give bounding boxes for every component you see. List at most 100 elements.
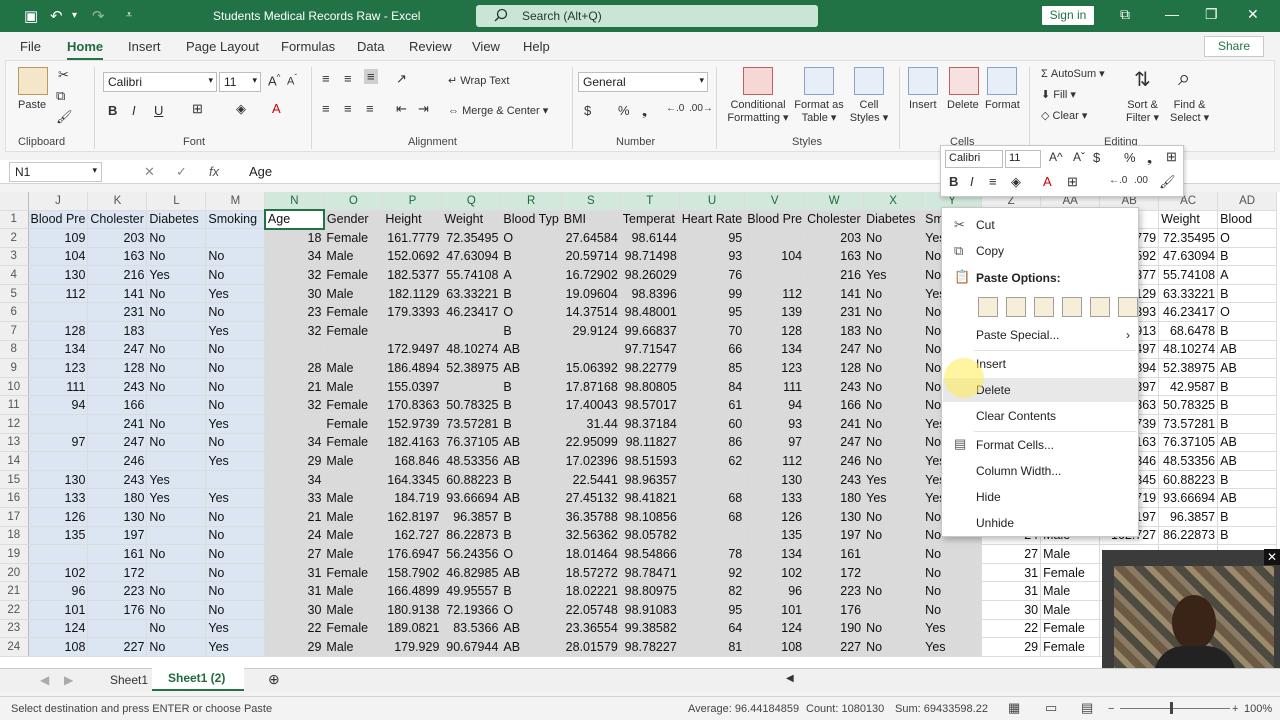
cell[interactable]: 16.72902 [561, 265, 621, 285]
cell[interactable]: No [146, 377, 207, 397]
row-header[interactable]: 13 [0, 433, 29, 453]
cell[interactable]: 166.4899 [382, 581, 443, 601]
close-icon[interactable]: ✕ [1247, 6, 1259, 23]
cell[interactable]: 139 [744, 302, 806, 323]
cell[interactable]: 93.66694 [1158, 488, 1219, 508]
cell[interactable]: AB [1217, 433, 1278, 453]
cell[interactable]: 22.05748 [561, 600, 621, 620]
paste-icon[interactable] [978, 297, 998, 317]
cell[interactable]: Yes [205, 284, 266, 304]
cell[interactable]: Age [263, 209, 325, 230]
cell[interactable]: 166 [87, 395, 148, 416]
cell[interactable]: 243 [87, 470, 148, 490]
cell[interactable]: 60.88223 [441, 470, 502, 490]
column-header[interactable]: AD [1217, 192, 1278, 211]
cell[interactable]: 31 [264, 563, 325, 583]
cell[interactable]: Male [323, 544, 384, 564]
cell[interactable]: O [500, 228, 562, 248]
cell[interactable]: 98.41821 [620, 488, 680, 508]
cell[interactable]: 98.91083 [620, 600, 680, 620]
decrease-decimal-icon[interactable]: .00 [1134, 175, 1148, 186]
cell[interactable]: 70 [679, 321, 746, 341]
cell[interactable]: No [146, 358, 207, 378]
cell[interactable]: Male [323, 600, 384, 620]
cell[interactable]: 182.5377 [382, 265, 443, 285]
format-table-icon[interactable]: ⊞ [1166, 149, 1177, 165]
cell[interactable] [28, 302, 89, 323]
cell[interactable]: No [146, 637, 207, 657]
cell[interactable]: AB [500, 340, 562, 360]
cell[interactable]: Male [323, 451, 384, 471]
cell-styles-icon[interactable] [854, 67, 884, 95]
cell[interactable]: 28 [264, 358, 325, 378]
cell[interactable]: 94 [28, 395, 89, 416]
cell[interactable]: 130 [28, 470, 89, 490]
cell[interactable]: 30 [264, 284, 325, 304]
cell[interactable]: 161 [87, 544, 148, 564]
cell[interactable]: No [863, 581, 924, 601]
increase-indent-icon[interactable]: ⇥ [418, 101, 429, 117]
cell[interactable]: 46.23417 [441, 302, 502, 323]
increase-font-icon[interactable]: A^ [1049, 150, 1063, 164]
cell[interactable]: 168.846 [382, 451, 443, 471]
cell[interactable] [323, 470, 384, 490]
cell[interactable]: AB [500, 358, 562, 378]
row-header[interactable]: 3 [0, 247, 29, 267]
cell[interactable] [28, 414, 89, 434]
add-sheet-icon[interactable]: ⊕ [268, 671, 280, 688]
cell[interactable]: 22 [264, 619, 325, 639]
next-sheet-icon[interactable]: ▶ [64, 673, 73, 687]
cell[interactable]: 30 [981, 600, 1042, 620]
cell[interactable]: 62 [679, 451, 746, 471]
row-header[interactable]: 4 [0, 265, 29, 285]
cell[interactable]: 22.95099 [561, 433, 621, 453]
wrap-text-button[interactable]: ↵ Wrap Text [448, 74, 509, 87]
cell[interactable]: B [1217, 284, 1278, 304]
row-header[interactable]: 5 [0, 284, 29, 304]
row-header[interactable]: 22 [0, 600, 29, 620]
undo-icon[interactable]: ↶ [50, 7, 63, 25]
prev-sheet-icon[interactable]: ◀ [40, 673, 49, 687]
cell[interactable]: B [500, 581, 562, 601]
cell[interactable]: 133 [744, 488, 806, 508]
cell[interactable]: 247 [804, 340, 865, 360]
tab-insert[interactable]: Insert [128, 39, 161, 54]
cell[interactable]: A [1217, 265, 1278, 285]
cell[interactable]: 98.54866 [620, 544, 680, 564]
align-middle-icon[interactable]: ≡ [344, 71, 352, 86]
scroll-left-icon[interactable]: ◀ [786, 673, 794, 684]
cell[interactable]: 162.727 [382, 526, 443, 546]
cell[interactable]: 18 [264, 228, 325, 248]
cell[interactable]: 21 [264, 507, 325, 527]
cell[interactable]: No [863, 340, 924, 360]
tab-view[interactable]: View [472, 39, 500, 54]
cell[interactable]: 152.0692 [382, 247, 443, 267]
cell[interactable]: B [1217, 470, 1278, 490]
cell[interactable]: AB [1217, 451, 1278, 471]
align-right-icon[interactable]: ≡ [366, 101, 374, 116]
cell[interactable]: 180 [87, 488, 148, 508]
conditional-formatting-button[interactable]: Conditional Formatting ▾ [727, 99, 789, 124]
cell[interactable]: 111 [28, 377, 89, 397]
cell[interactable]: 63.33221 [441, 284, 502, 304]
cell[interactable]: 29 [981, 637, 1042, 657]
cell[interactable]: 197 [804, 526, 865, 546]
cell[interactable]: B [1217, 321, 1278, 341]
menu-item-paste-special[interactable]: Paste Special... [976, 328, 1059, 342]
cell[interactable]: 95 [679, 302, 746, 323]
cell[interactable]: No [146, 433, 207, 453]
cell[interactable]: No [863, 228, 924, 248]
cell[interactable]: AB [500, 563, 562, 583]
cell[interactable]: 172 [87, 563, 148, 583]
cell[interactable]: No [863, 433, 924, 453]
font-name-select[interactable]: Calibri ▾ [103, 72, 217, 92]
cell[interactable]: 83.5366 [441, 619, 502, 639]
row-header[interactable]: 15 [0, 470, 29, 490]
cell[interactable]: No [863, 321, 924, 341]
cell[interactable]: 163 [804, 247, 865, 267]
increase-font-icon[interactable]: A^ [268, 73, 280, 88]
column-header[interactable]: J [28, 192, 89, 211]
cell[interactable]: 126 [28, 507, 89, 527]
cell[interactable]: 180.9138 [382, 600, 443, 620]
cell[interactable]: No [922, 544, 983, 564]
